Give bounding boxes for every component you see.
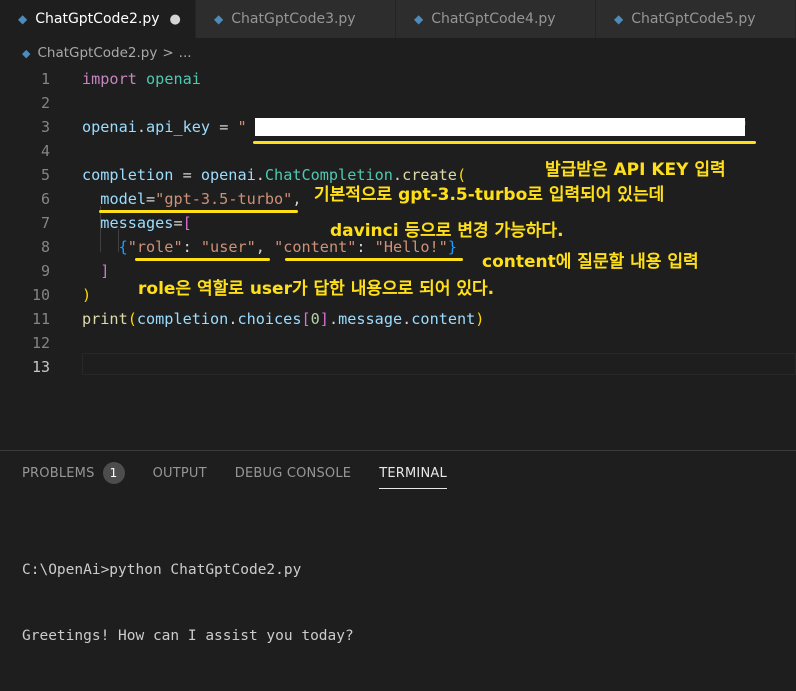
annotation-role: role은 역할로 user가 답한 내용으로 되어 있다. xyxy=(138,279,495,299)
tab-terminal[interactable]: TERMINAL xyxy=(379,451,447,495)
parameter: model xyxy=(100,190,147,208)
tab-label: OUTPUT xyxy=(152,465,207,481)
role-underline xyxy=(135,258,270,261)
string-quote: " xyxy=(237,118,247,136)
colon: : xyxy=(182,238,201,256)
comma: , xyxy=(292,190,302,208)
string: "role" xyxy=(127,238,183,256)
tab-label: DEBUG CONSOLE xyxy=(234,465,352,481)
line-number: 11 xyxy=(31,310,50,328)
dot: . xyxy=(402,310,412,328)
tab-chatgptcode3[interactable]: ◆ ChatGptCode3.py xyxy=(196,0,397,38)
terminal-line: Greetings! How can I assist you today? xyxy=(22,628,354,644)
tab-output[interactable]: OUTPUT xyxy=(153,451,207,495)
function-name: print xyxy=(82,310,128,328)
tab-chatgptcode5[interactable]: ◆ ChatGptCode5.py xyxy=(596,0,796,38)
line-number: 2 xyxy=(40,94,50,112)
annotation-api-key: 발급받은 API KEY 입력 xyxy=(545,160,726,180)
keyword: import xyxy=(82,70,137,88)
python-file-icon: ◆ xyxy=(614,12,624,26)
python-file-icon: ◆ xyxy=(18,12,28,26)
module-name: openai xyxy=(146,70,201,88)
dot: . xyxy=(255,166,265,184)
tab-label: TERMINAL xyxy=(379,465,447,481)
bracket: ] xyxy=(100,262,110,280)
bottom-panel: PROBLEMS 1 OUTPUT DEBUG CONSOLE TERMINAL… xyxy=(0,450,796,644)
line-number: 7 xyxy=(40,214,50,232)
line-number: 4 xyxy=(40,142,50,160)
identifier: api_key xyxy=(146,118,211,136)
operator: = xyxy=(173,214,183,232)
unsaved-dot-icon[interactable]: ● xyxy=(170,12,181,27)
bracket: ( xyxy=(127,310,137,328)
string: "gpt-3.5-turbo" xyxy=(155,190,293,208)
api-key-underline xyxy=(253,141,756,144)
breadcrumb-more[interactable]: ... xyxy=(179,45,192,61)
line-number: 10 xyxy=(31,286,50,304)
operator: = xyxy=(173,166,201,184)
bracket: [ xyxy=(182,214,192,232)
code-line: 2 xyxy=(0,92,796,115)
code-line: 12 xyxy=(0,332,796,355)
tab-debug-console[interactable]: DEBUG CONSOLE xyxy=(235,451,351,495)
annotation-davinci: davinci 등으로 변경 가능하다. xyxy=(330,221,564,241)
breadcrumb: ◆ ChatGptCode2.py > ... xyxy=(0,38,796,68)
terminal-output[interactable]: C:\OpenAi>python ChatGptCode2.py Greetin… xyxy=(22,515,354,691)
bracket: ] xyxy=(319,310,329,328)
editor-tab-bar: ◆ ChatGptCode2.py ● ◆ ChatGptCode3.py ◆ … xyxy=(0,0,796,38)
line-number: 5 xyxy=(40,166,50,184)
line-number: 9 xyxy=(40,262,50,280)
line-number: 1 xyxy=(40,70,50,88)
number: 0 xyxy=(310,310,320,328)
code-line: 1 import openai xyxy=(0,68,796,91)
tab-label: ChatGptCode2.py xyxy=(35,11,160,27)
dot: . xyxy=(328,310,339,328)
identifier: content xyxy=(411,310,476,328)
line-number: 6 xyxy=(40,190,50,208)
tab-label: ChatGptCode3.py xyxy=(231,11,356,27)
bracket: [ xyxy=(301,310,311,328)
tab-chatgptcode4[interactable]: ◆ ChatGptCode4.py xyxy=(396,0,597,38)
bracket: ) xyxy=(82,286,92,304)
breadcrumb-separator: > xyxy=(162,45,174,61)
identifier: completion xyxy=(82,166,174,184)
tab-problems[interactable]: PROBLEMS 1 xyxy=(22,451,125,495)
tab-chatgptcode2[interactable]: ◆ ChatGptCode2.py ● xyxy=(0,0,197,38)
operator: = xyxy=(146,190,156,208)
operator: = xyxy=(210,118,238,136)
breadcrumb-file[interactable]: ChatGptCode2.py xyxy=(37,45,157,61)
python-file-icon: ◆ xyxy=(414,12,424,26)
string: "user" xyxy=(200,238,256,256)
python-file-icon: ◆ xyxy=(214,12,224,26)
line-number: 8 xyxy=(40,238,50,256)
redacted-api-key xyxy=(255,118,745,136)
line-number: 3 xyxy=(40,118,50,136)
identifier: choices xyxy=(237,310,302,328)
identifier: message xyxy=(338,310,403,328)
terminal-line: C:\OpenAi>python ChatGptCode2.py xyxy=(22,562,302,578)
identifier: openai xyxy=(200,166,256,184)
problems-count-badge: 1 xyxy=(102,462,125,484)
content-underline xyxy=(285,258,463,261)
python-file-icon: ◆ xyxy=(22,46,31,60)
code-line: 11 print(completion.choices[0].message.c… xyxy=(0,308,796,331)
tab-label: ChatGptCode5.py xyxy=(631,11,756,27)
annotation-model: 기본적으로 gpt-3.5-turbo로 입력되어 있는데 xyxy=(314,185,665,205)
dot: . xyxy=(136,118,147,136)
panel-tabs: PROBLEMS 1 OUTPUT DEBUG CONSOLE TERMINAL xyxy=(0,451,453,495)
tab-label: PROBLEMS xyxy=(22,465,95,481)
annotation-content: content에 질문할 내용 입력 xyxy=(482,252,699,272)
bracket: ) xyxy=(475,310,485,328)
identifier: openai xyxy=(82,118,137,136)
line-number: 12 xyxy=(31,334,50,352)
bracket: { xyxy=(118,238,128,256)
model-underline xyxy=(99,210,298,213)
line-number: 13 xyxy=(31,358,50,376)
parameter: messages xyxy=(100,214,174,232)
code-line: 13 xyxy=(0,356,796,379)
comma: , xyxy=(255,238,275,256)
tab-label: ChatGptCode4.py xyxy=(431,11,556,27)
identifier: completion xyxy=(136,310,229,328)
